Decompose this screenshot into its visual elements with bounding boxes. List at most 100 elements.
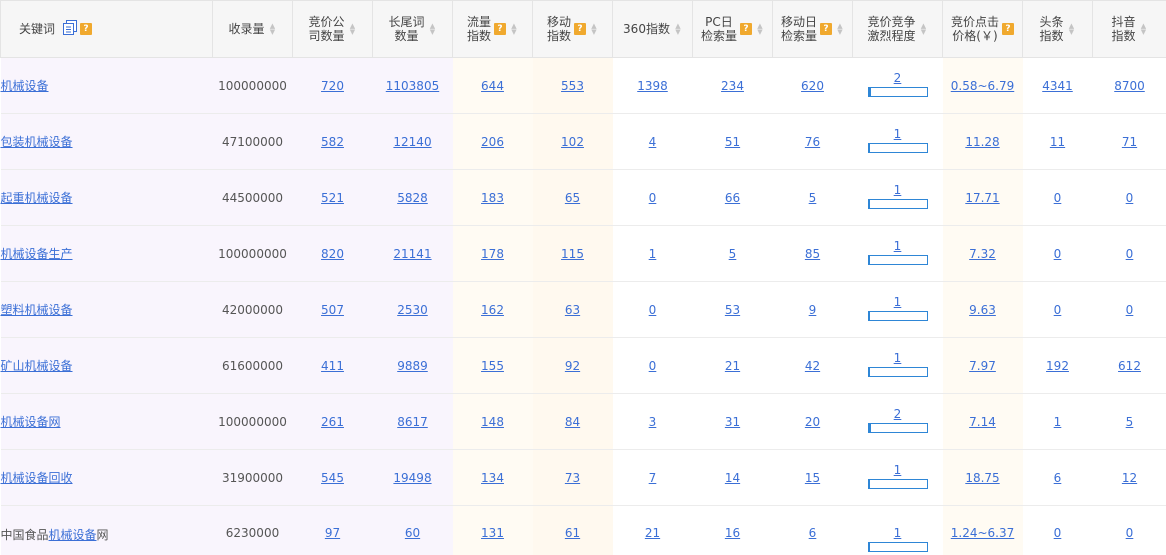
- pc-daily-link[interactable]: 16: [725, 526, 740, 540]
- header-included[interactable]: 收录量 ▲ ▼: [212, 0, 293, 58]
- traffic-link[interactable]: 155: [481, 359, 504, 373]
- mobile-link[interactable]: 61: [565, 526, 580, 540]
- mobile-daily-link[interactable]: 9: [809, 303, 817, 317]
- index-360-link[interactable]: 0: [649, 303, 657, 317]
- longtail-link[interactable]: 19498: [393, 471, 431, 485]
- mobile-link[interactable]: 73: [565, 471, 580, 485]
- competition-value[interactable]: 1: [868, 239, 928, 253]
- competition-meter[interactable]: 2: [867, 71, 928, 97]
- index-360-link[interactable]: 21: [645, 526, 660, 540]
- sort-icon[interactable]: ▲ ▼: [1068, 23, 1076, 36]
- longtail-link[interactable]: 21141: [393, 247, 431, 261]
- longtail-link[interactable]: 5828: [397, 191, 428, 205]
- competition-value[interactable]: 2: [868, 407, 928, 421]
- longtail-link[interactable]: 12140: [393, 135, 431, 149]
- sort-icon[interactable]: ▲ ▼: [1140, 23, 1148, 36]
- longtail-link[interactable]: 60: [405, 526, 420, 540]
- cpc-link[interactable]: 7.97: [969, 359, 996, 373]
- index-360-link[interactable]: 0: [649, 191, 657, 205]
- pc-daily-link[interactable]: 66: [725, 191, 740, 205]
- competition-meter[interactable]: 2: [867, 407, 928, 433]
- sort-icon[interactable]: ▲ ▼: [836, 23, 844, 36]
- index-360-link[interactable]: 4: [649, 135, 657, 149]
- keyword-link[interactable]: 机械设备生产: [1, 247, 73, 261]
- sort-icon[interactable]: ▲ ▼: [674, 23, 682, 36]
- longtail-link[interactable]: 1103805: [386, 79, 439, 93]
- cpc-link[interactable]: 17.71: [965, 191, 999, 205]
- header-toutiao[interactable]: 头条 指数 ▲ ▼: [1022, 0, 1093, 58]
- bid-link[interactable]: 820: [321, 247, 344, 261]
- traffic-link[interactable]: 178: [481, 247, 504, 261]
- header-cpc[interactable]: 竞价点击 价格(￥)?: [942, 0, 1023, 58]
- help-icon[interactable]: ?: [820, 23, 832, 35]
- header-traffic[interactable]: 流量 指数? ▲ ▼: [452, 0, 533, 58]
- help-icon[interactable]: ?: [1002, 23, 1014, 35]
- bid-link[interactable]: 261: [321, 415, 344, 429]
- competition-value[interactable]: 1: [868, 463, 928, 477]
- keyword-link[interactable]: 塑料机械设备: [1, 303, 73, 317]
- mobile-daily-link[interactable]: 6: [809, 526, 817, 540]
- header-long-tail[interactable]: 长尾词 数量 ▲ ▼: [372, 0, 453, 58]
- douyin-link[interactable]: 0: [1126, 303, 1134, 317]
- traffic-link[interactable]: 134: [481, 471, 504, 485]
- header-douyin[interactable]: 抖音 指数 ▲ ▼: [1092, 0, 1166, 58]
- help-icon[interactable]: ?: [80, 23, 93, 35]
- pc-daily-link[interactable]: 5: [729, 247, 737, 261]
- toutiao-link[interactable]: 11: [1050, 135, 1065, 149]
- mobile-link[interactable]: 84: [565, 415, 580, 429]
- mobile-link[interactable]: 63: [565, 303, 580, 317]
- header-competition[interactable]: 竞价竞争 激烈程度 ▲ ▼: [852, 0, 943, 58]
- bid-link[interactable]: 97: [325, 526, 340, 540]
- header-mobile[interactable]: 移动 指数? ▲ ▼: [532, 0, 613, 58]
- keyword-link[interactable]: 矿山机械设备: [1, 359, 73, 373]
- longtail-link[interactable]: 8617: [397, 415, 428, 429]
- competition-value[interactable]: 1: [868, 127, 928, 141]
- mobile-daily-link[interactable]: 42: [805, 359, 820, 373]
- keyword-link[interactable]: 包装机械设备: [1, 135, 73, 149]
- keyword-link[interactable]: 起重机械设备: [1, 191, 73, 205]
- pc-daily-link[interactable]: 53: [725, 303, 740, 317]
- help-icon[interactable]: ?: [494, 23, 506, 35]
- mobile-link[interactable]: 553: [561, 79, 584, 93]
- bid-link[interactable]: 507: [321, 303, 344, 317]
- header-mobile-daily[interactable]: 移动日 检索量? ▲ ▼: [772, 0, 853, 58]
- help-icon[interactable]: ?: [740, 23, 752, 35]
- competition-meter[interactable]: 1: [867, 183, 928, 209]
- douyin-link[interactable]: 71: [1122, 135, 1137, 149]
- pc-daily-link[interactable]: 51: [725, 135, 740, 149]
- douyin-link[interactable]: 612: [1118, 359, 1141, 373]
- header-bid-companies[interactable]: 竞价公 司数量 ▲ ▼: [292, 0, 373, 58]
- keyword-link[interactable]: 机械设备网: [1, 415, 61, 429]
- toutiao-link[interactable]: 0: [1054, 191, 1062, 205]
- toutiao-link[interactable]: 0: [1054, 303, 1062, 317]
- competition-meter[interactable]: 1: [867, 127, 928, 153]
- index-360-link[interactable]: 1398: [637, 79, 668, 93]
- cpc-link[interactable]: 7.14: [969, 415, 996, 429]
- copy-icon[interactable]: [63, 20, 78, 38]
- longtail-link[interactable]: 9889: [397, 359, 428, 373]
- sort-icon[interactable]: ▲ ▼: [756, 23, 764, 36]
- traffic-link[interactable]: 148: [481, 415, 504, 429]
- cpc-link[interactable]: 1.24~6.37: [951, 526, 1015, 540]
- cpc-link[interactable]: 18.75: [965, 471, 999, 485]
- keyword-link[interactable]: 机械设备: [49, 528, 97, 542]
- mobile-daily-link[interactable]: 620: [801, 79, 824, 93]
- keyword-link[interactable]: 机械设备回收: [1, 471, 73, 485]
- index-360-link[interactable]: 0: [649, 359, 657, 373]
- mobile-daily-link[interactable]: 76: [805, 135, 820, 149]
- header-360[interactable]: 360指数 ▲ ▼: [612, 0, 693, 58]
- mobile-link[interactable]: 102: [561, 135, 584, 149]
- competition-value[interactable]: 1: [868, 526, 928, 540]
- competition-meter[interactable]: 1: [867, 526, 928, 552]
- bid-link[interactable]: 521: [321, 191, 344, 205]
- mobile-daily-link[interactable]: 15: [805, 471, 820, 485]
- competition-value[interactable]: 2: [868, 71, 928, 85]
- douyin-link[interactable]: 0: [1126, 191, 1134, 205]
- toutiao-link[interactable]: 0: [1054, 526, 1062, 540]
- mobile-link[interactable]: 65: [565, 191, 580, 205]
- sort-icon[interactable]: ▲ ▼: [590, 23, 598, 36]
- bid-link[interactable]: 545: [321, 471, 344, 485]
- traffic-link[interactable]: 131: [481, 526, 504, 540]
- douyin-link[interactable]: 12: [1122, 471, 1137, 485]
- competition-meter[interactable]: 1: [867, 463, 928, 489]
